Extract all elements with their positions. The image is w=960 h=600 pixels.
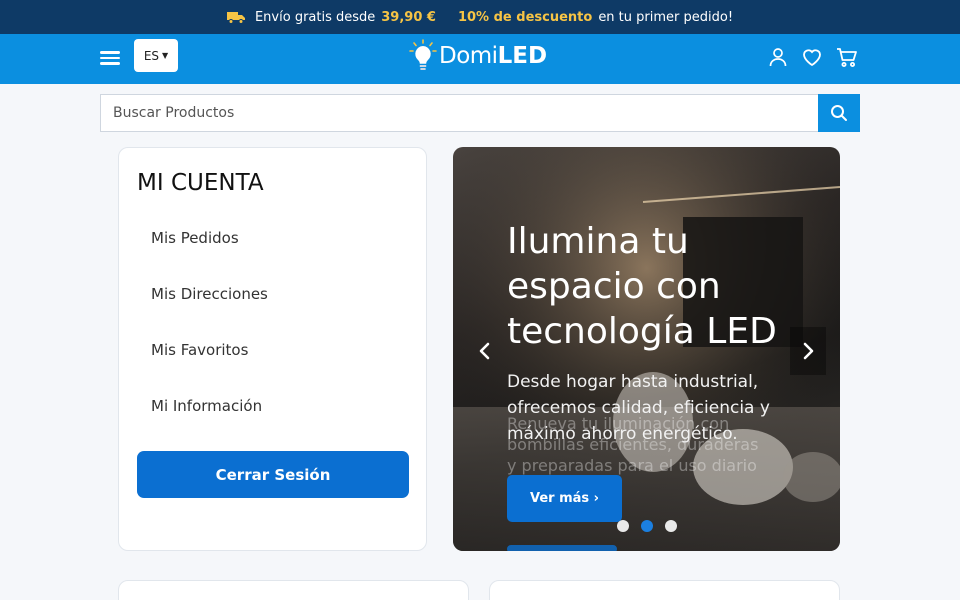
lightbulb-icon <box>409 39 437 70</box>
header: ES ▼ DomiLED <box>0 34 960 84</box>
promo-text-2: en tu primer pedido! <box>598 9 734 25</box>
search-input[interactable] <box>100 94 818 132</box>
logo[interactable]: DomiLED <box>409 38 547 74</box>
logout-button[interactable]: Cerrar Sesión <box>137 451 409 498</box>
carousel-indicators <box>617 520 677 532</box>
carousel-dot[interactable] <box>617 520 629 532</box>
hero-carousel: Ilumina tu espacio con tecnología LED Re… <box>453 147 840 551</box>
truck-icon <box>226 11 245 24</box>
cart-icon[interactable] <box>836 46 858 68</box>
heart-icon[interactable] <box>801 46 823 68</box>
promo-discount: 10% de descuento <box>457 9 593 25</box>
account-item-favorites[interactable]: Mis Favoritos <box>151 341 248 359</box>
see-more-button[interactable]: Ver más › <box>507 475 622 522</box>
search-button[interactable] <box>818 94 860 132</box>
chevron-right-icon <box>803 342 814 360</box>
account-item-information[interactable]: Mi Información <box>151 397 262 415</box>
promo-bar: Envío gratis desde 39,90 € 10% de descue… <box>0 0 960 34</box>
account-item-addresses[interactable]: Mis Direcciones <box>151 285 268 303</box>
menu-icon[interactable] <box>100 48 120 70</box>
search-icon <box>831 105 847 121</box>
bottom-card-right <box>489 580 840 600</box>
logo-text: DomiLED <box>439 43 548 69</box>
chevron-down-icon: ▼ <box>162 51 169 60</box>
carousel-prev-button[interactable] <box>467 327 503 375</box>
user-icon[interactable] <box>767 46 789 68</box>
carousel-dot[interactable] <box>665 520 677 532</box>
carousel-next-button[interactable] <box>790 327 826 375</box>
promo-amount: 39,90 € <box>381 9 436 25</box>
promo-text: Envío gratis desde <box>254 9 376 25</box>
ghost-button <box>507 545 617 551</box>
account-menu: MI CUENTA Mis Pedidos Mis Direcciones Mi… <box>118 147 427 551</box>
hero-description: Desde hogar hasta industrial, ofrecemos … <box>507 372 770 444</box>
language-value: ES <box>143 48 160 63</box>
search-bar <box>100 94 860 132</box>
language-selector[interactable]: ES ▼ <box>134 39 178 72</box>
bottom-card-left <box>118 580 469 600</box>
account-item-orders[interactable]: Mis Pedidos <box>151 229 239 247</box>
account-title: MI CUENTA <box>137 170 264 196</box>
hero-title: Ilumina tu espacio con tecnología LED <box>507 221 777 352</box>
chevron-left-icon <box>479 342 490 360</box>
carousel-dot-active[interactable] <box>641 520 653 532</box>
